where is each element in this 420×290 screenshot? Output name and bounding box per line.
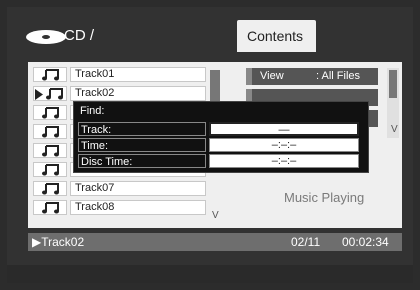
path-breadcrumb: CD / bbox=[64, 27, 94, 44]
track-row[interactable]: Track07 bbox=[33, 181, 216, 196]
track-name: Track08 bbox=[70, 200, 206, 215]
find-field-label: Time: bbox=[78, 138, 206, 152]
scroll-thumb[interactable] bbox=[389, 70, 397, 98]
music-note-icon bbox=[33, 200, 67, 215]
view-label: View bbox=[260, 70, 284, 82]
music-note-icon bbox=[33, 124, 67, 139]
header: CD / Contents bbox=[7, 7, 413, 52]
current-track: ▶Track02 bbox=[32, 235, 85, 249]
find-field-input[interactable]: –:–:– bbox=[209, 138, 359, 152]
music-note-icon bbox=[33, 181, 67, 196]
find-field-input[interactable]: — bbox=[209, 122, 359, 136]
elapsed-time: 00:02:34 bbox=[342, 235, 389, 249]
scroll-down-indicator[interactable]: V bbox=[212, 210, 219, 221]
bottom-band bbox=[7, 265, 413, 283]
track-name: Track07 bbox=[70, 181, 206, 196]
find-field-label: Track: bbox=[78, 122, 206, 136]
find-dialog: Find: Track: — Time: –:–:– Disc Time: –:–:– bbox=[73, 101, 369, 173]
disc-icon bbox=[26, 30, 66, 44]
view-value: : All Files bbox=[316, 70, 361, 82]
track-name: Track01 bbox=[70, 67, 206, 82]
screen: CD / Contents Track01 Track02 Track07 Track… bbox=[7, 7, 413, 283]
track-row[interactable]: Track01 bbox=[33, 67, 216, 82]
music-note-icon bbox=[33, 105, 67, 120]
tab-contents[interactable]: Contents bbox=[237, 20, 316, 52]
status-text: Music Playing bbox=[284, 190, 365, 205]
track-row[interactable]: Track02 bbox=[33, 86, 216, 101]
status-bar: ▶Track02 02/11 00:02:34 bbox=[28, 233, 402, 251]
music-note-icon bbox=[33, 86, 67, 101]
music-note-icon bbox=[33, 162, 67, 177]
track-row[interactable]: Track08 bbox=[33, 200, 216, 215]
find-dialog-title: Find: bbox=[80, 105, 105, 117]
music-note-icon bbox=[33, 143, 67, 158]
find-field-input[interactable]: –:–:– bbox=[209, 154, 359, 168]
view-filter-row[interactable]: View : All Files bbox=[246, 68, 378, 85]
track-name: Track02 bbox=[70, 86, 206, 101]
scroll-thumb[interactable] bbox=[210, 70, 220, 104]
music-note-icon bbox=[33, 67, 67, 82]
track-counter: 02/11 bbox=[291, 235, 321, 249]
find-field-label: Disc Time: bbox=[78, 154, 206, 168]
scroll-down-indicator[interactable]: V bbox=[391, 124, 398, 135]
